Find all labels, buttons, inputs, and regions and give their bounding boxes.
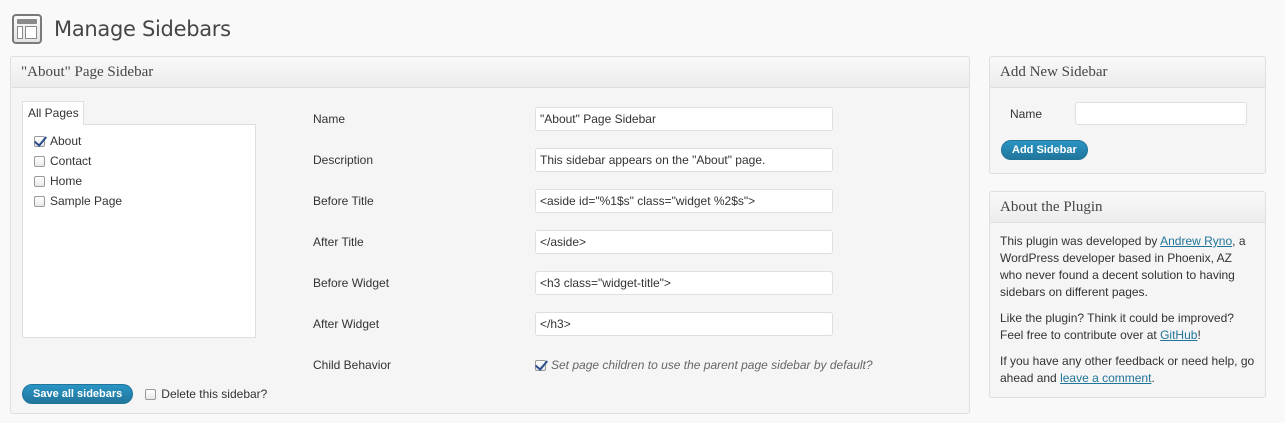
- page-item-about[interactable]: About: [23, 131, 255, 151]
- author-link[interactable]: Andrew Ryno: [1160, 234, 1232, 248]
- sidebar-editor-box: "About" Page Sidebar All Pages About Con…: [10, 56, 970, 414]
- after-title-row: After Title </aside>: [313, 230, 833, 254]
- page-title: Manage Sidebars: [54, 17, 231, 41]
- add-sidebar-button[interactable]: Add Sidebar: [1001, 140, 1088, 160]
- before-widget-label: Before Widget: [313, 276, 390, 290]
- page-label: Home: [50, 174, 83, 188]
- main-actions: Save all sidebars Delete this sidebar?: [22, 384, 267, 404]
- page-checkbox-about[interactable]: [34, 135, 45, 147]
- page-label: Sample Page: [50, 194, 123, 208]
- github-link[interactable]: GitHub: [1160, 328, 1197, 342]
- page-checkbox-sample-page[interactable]: [34, 195, 45, 207]
- add-sidebar-title: Add New Sidebar: [990, 57, 1265, 88]
- description-row: Description This sidebar appears on the …: [313, 148, 833, 172]
- name-input[interactable]: "About" Page Sidebar: [535, 107, 833, 131]
- page-label: About: [50, 134, 82, 148]
- after-widget-input[interactable]: </h3>: [535, 312, 833, 336]
- page-header: Manage Sidebars: [12, 12, 231, 46]
- before-title-row: Before Title <aside id="%1$s" class="wid…: [313, 189, 833, 213]
- sidebar-editor-title: "About" Page Sidebar: [11, 57, 969, 88]
- delete-sidebar-label: Delete this sidebar?: [161, 387, 268, 401]
- child-behavior-option[interactable]: Set page children to use the parent page…: [535, 358, 873, 372]
- after-title-input[interactable]: </aside>: [535, 230, 833, 254]
- sidebar-layout-icon: [12, 14, 42, 44]
- save-all-sidebars-button[interactable]: Save all sidebars: [22, 384, 134, 404]
- description-input[interactable]: This sidebar appears on the "About" page…: [535, 148, 833, 172]
- about-paragraph-2: Like the plugin? Think it could be impro…: [1000, 310, 1255, 344]
- page-item-contact[interactable]: Contact: [23, 151, 255, 171]
- leave-comment-link[interactable]: leave a comment: [1060, 371, 1151, 385]
- child-behavior-label: Child Behavior: [313, 358, 392, 372]
- add-name-row: Name: [1010, 102, 1247, 125]
- page-checkbox-contact[interactable]: [34, 155, 45, 167]
- about-plugin-box: About the Plugin This plugin was develop…: [989, 191, 1266, 398]
- about-paragraph-3: If you have any other feedback or need h…: [1000, 353, 1255, 387]
- before-title-label: Before Title: [313, 194, 374, 208]
- child-behavior-checkbox[interactable]: [535, 359, 546, 371]
- add-name-label: Name: [1010, 106, 1043, 121]
- before-title-input[interactable]: <aside id="%1$s" class="widget %2$s">: [535, 189, 833, 213]
- tab-all-pages[interactable]: All Pages: [22, 101, 84, 125]
- about-plugin-text: This plugin was developed by Andrew Ryno…: [990, 223, 1265, 387]
- name-row: Name "About" Page Sidebar: [313, 107, 833, 131]
- delete-sidebar-option[interactable]: Delete this sidebar?: [145, 387, 267, 401]
- after-title-label: After Title: [313, 235, 364, 249]
- page-checkbox-home[interactable]: [34, 175, 45, 187]
- delete-sidebar-checkbox[interactable]: [145, 388, 157, 400]
- about-text-span: .: [1151, 371, 1155, 385]
- description-label: Description: [313, 153, 374, 167]
- about-text-span: This plugin was developed by: [1000, 234, 1161, 248]
- page-item-sample-page[interactable]: Sample Page: [23, 191, 255, 211]
- about-paragraph-1: This plugin was developed by Andrew Ryno…: [1000, 233, 1255, 301]
- after-widget-label: After Widget: [313, 317, 380, 331]
- add-sidebar-box: Add New Sidebar Name Add Sidebar: [989, 56, 1266, 174]
- about-plugin-title: About the Plugin: [990, 192, 1265, 223]
- page-checklist: About Contact Home Sample Page: [22, 124, 256, 338]
- page-label: Contact: [50, 154, 92, 168]
- add-name-input[interactable]: [1075, 102, 1247, 125]
- name-label: Name: [313, 112, 346, 126]
- before-widget-input[interactable]: <h3 class="widget-title">: [535, 271, 833, 295]
- child-behavior-row: Child Behavior Set page children to use …: [313, 353, 873, 377]
- before-widget-row: Before Widget <h3 class="widget-title">: [313, 271, 833, 295]
- child-behavior-description: Set page children to use the parent page…: [551, 358, 873, 372]
- page-item-home[interactable]: Home: [23, 171, 255, 191]
- after-widget-row: After Widget </h3>: [313, 312, 833, 336]
- about-text-span: !: [1197, 328, 1201, 342]
